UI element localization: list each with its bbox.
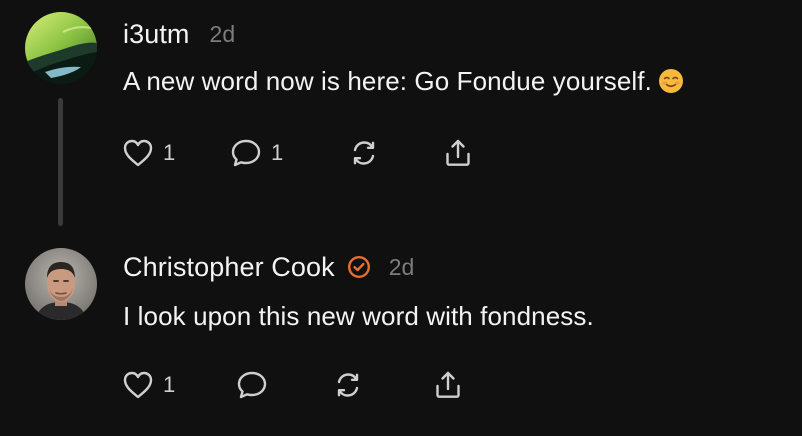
verified-badge-icon: [347, 255, 371, 279]
like-count: 1: [163, 140, 176, 165]
like-count: 1: [163, 372, 176, 397]
thread-connector-line: [58, 98, 63, 226]
reply-button[interactable]: 1: [230, 135, 283, 171]
reply-button[interactable]: [236, 367, 268, 403]
like-button[interactable]: 1: [122, 135, 175, 171]
avatar[interactable]: [25, 12, 97, 84]
repost-icon: [332, 369, 364, 401]
post-text: I look upon this new word with fondness.: [123, 301, 594, 331]
heart-icon: [122, 138, 154, 168]
share-button[interactable]: [432, 367, 464, 403]
username[interactable]: Christopher Cook: [123, 252, 335, 283]
post: i3utm 2d A new word now is here: Go Fond…: [0, 0, 802, 230]
avatar[interactable]: [25, 248, 97, 320]
comment-bubble-icon: [236, 370, 268, 400]
relieved-face-emoji-icon: [658, 68, 684, 94]
post-header: Christopher Cook 2d: [123, 250, 414, 284]
post-actions: 1 1: [122, 135, 522, 171]
repost-button[interactable]: [348, 135, 380, 171]
timestamp[interactable]: 2d: [389, 254, 415, 281]
comment-bubble-icon: [230, 138, 262, 168]
post: Christopher Cook 2d I look upon this new…: [0, 230, 802, 436]
timestamp[interactable]: 2d: [210, 21, 236, 48]
heart-icon: [122, 370, 154, 400]
share-icon: [442, 137, 474, 169]
like-button[interactable]: 1: [122, 367, 175, 403]
post-text-content: A new word now is here: Go Fondue yourse…: [123, 66, 652, 96]
thread: i3utm 2d A new word now is here: Go Fond…: [0, 0, 802, 436]
share-button[interactable]: [442, 135, 474, 171]
share-icon: [432, 369, 464, 401]
repost-button[interactable]: [332, 367, 364, 403]
repost-icon: [348, 137, 380, 169]
post-actions: 1: [122, 367, 522, 403]
post-text: A new word now is here: Go Fondue yourse…: [123, 66, 684, 97]
reply-count: 1: [271, 140, 284, 165]
post-header: i3utm 2d: [123, 17, 235, 51]
username[interactable]: i3utm: [123, 19, 190, 50]
